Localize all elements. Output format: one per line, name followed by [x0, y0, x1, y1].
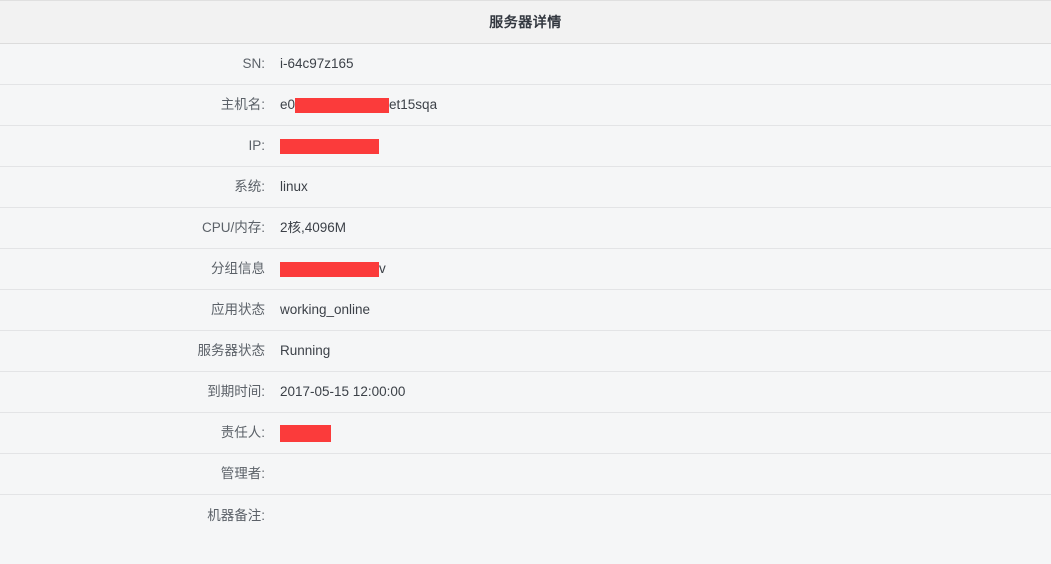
detail-row-value: working_online: [265, 303, 370, 317]
detail-row: 到期时间: 2017-05-15 12:00:00: [0, 372, 1051, 413]
detail-row: 分组信息 v: [0, 249, 1051, 290]
detail-row: CPU/内存: 2核,4096M: [0, 208, 1051, 249]
detail-value-text: Running: [280, 344, 331, 358]
redacted-value-bar: [280, 424, 331, 442]
detail-row-label: 分组信息: [211, 261, 265, 277]
detail-value-suffix: et15sqa: [389, 97, 438, 113]
detail-row-label: 管理者:: [220, 466, 265, 482]
redacted-value-bar: [280, 261, 379, 277]
detail-value-suffix: v: [379, 261, 386, 277]
detail-row-label: 主机名:: [220, 97, 265, 113]
detail-row-value: 2核,4096M: [265, 221, 346, 235]
detail-row: 系统: linux: [0, 167, 1051, 208]
detail-row-value: Running: [265, 344, 330, 358]
detail-row: 应用状态 working_online: [0, 290, 1051, 331]
detail-row-value: i-64c97z165: [265, 57, 354, 71]
detail-value-text: 2核,4096M: [280, 221, 347, 235]
detail-row-list: SN: i-64c97z165 主机名: e0 et15sqa IP: 系统: linux CP…: [0, 44, 1051, 536]
detail-row-label: CPU/内存:: [201, 220, 265, 236]
detail-row-label: SN:: [242, 56, 265, 72]
detail-row-label: 服务器状态: [197, 343, 266, 359]
detail-row-label: 系统:: [234, 179, 265, 195]
detail-value-text: 2017-05-15 12:00:00: [280, 385, 406, 399]
panel-tail-spacer: [0, 536, 1051, 564]
server-detail-panel: 服务器详情 SN: i-64c97z165 主机名: e0 et15sqa IP: 系统: l…: [0, 0, 1051, 564]
detail-row: 服务器状态 Running: [0, 331, 1051, 372]
detail-row-value: [265, 138, 379, 154]
detail-row-value: e0 et15sqa: [265, 97, 438, 113]
detail-row: 管理者:: [0, 454, 1051, 495]
detail-value-text: linux: [280, 180, 308, 194]
detail-row-label: 应用状态: [211, 302, 265, 318]
detail-row-label: 责任人:: [220, 425, 265, 441]
detail-row-label: 机器备注:: [207, 507, 265, 523]
detail-row: SN: i-64c97z165: [0, 44, 1051, 85]
detail-row-label: 到期时间:: [207, 384, 265, 400]
detail-row: 责任人:: [0, 413, 1051, 454]
detail-row-value: [265, 424, 331, 442]
detail-value-text: i-64c97z165: [280, 57, 354, 71]
detail-row: 机器备注:: [0, 495, 1051, 536]
detail-row-value: linux: [265, 180, 308, 194]
detail-row-value: v: [265, 261, 386, 277]
detail-row-label: IP:: [248, 138, 265, 154]
panel-header: 服务器详情: [0, 0, 1051, 44]
redacted-value-bar: [280, 138, 379, 154]
detail-value-text: working_online: [280, 303, 371, 317]
detail-value-prefix: e0: [280, 97, 296, 113]
detail-row: 主机名: e0 et15sqa: [0, 85, 1051, 126]
redacted-value-bar: [295, 97, 390, 113]
detail-row-value: 2017-05-15 12:00:00: [265, 385, 405, 399]
page-title: 服务器详情: [489, 14, 562, 30]
detail-row: IP:: [0, 126, 1051, 167]
